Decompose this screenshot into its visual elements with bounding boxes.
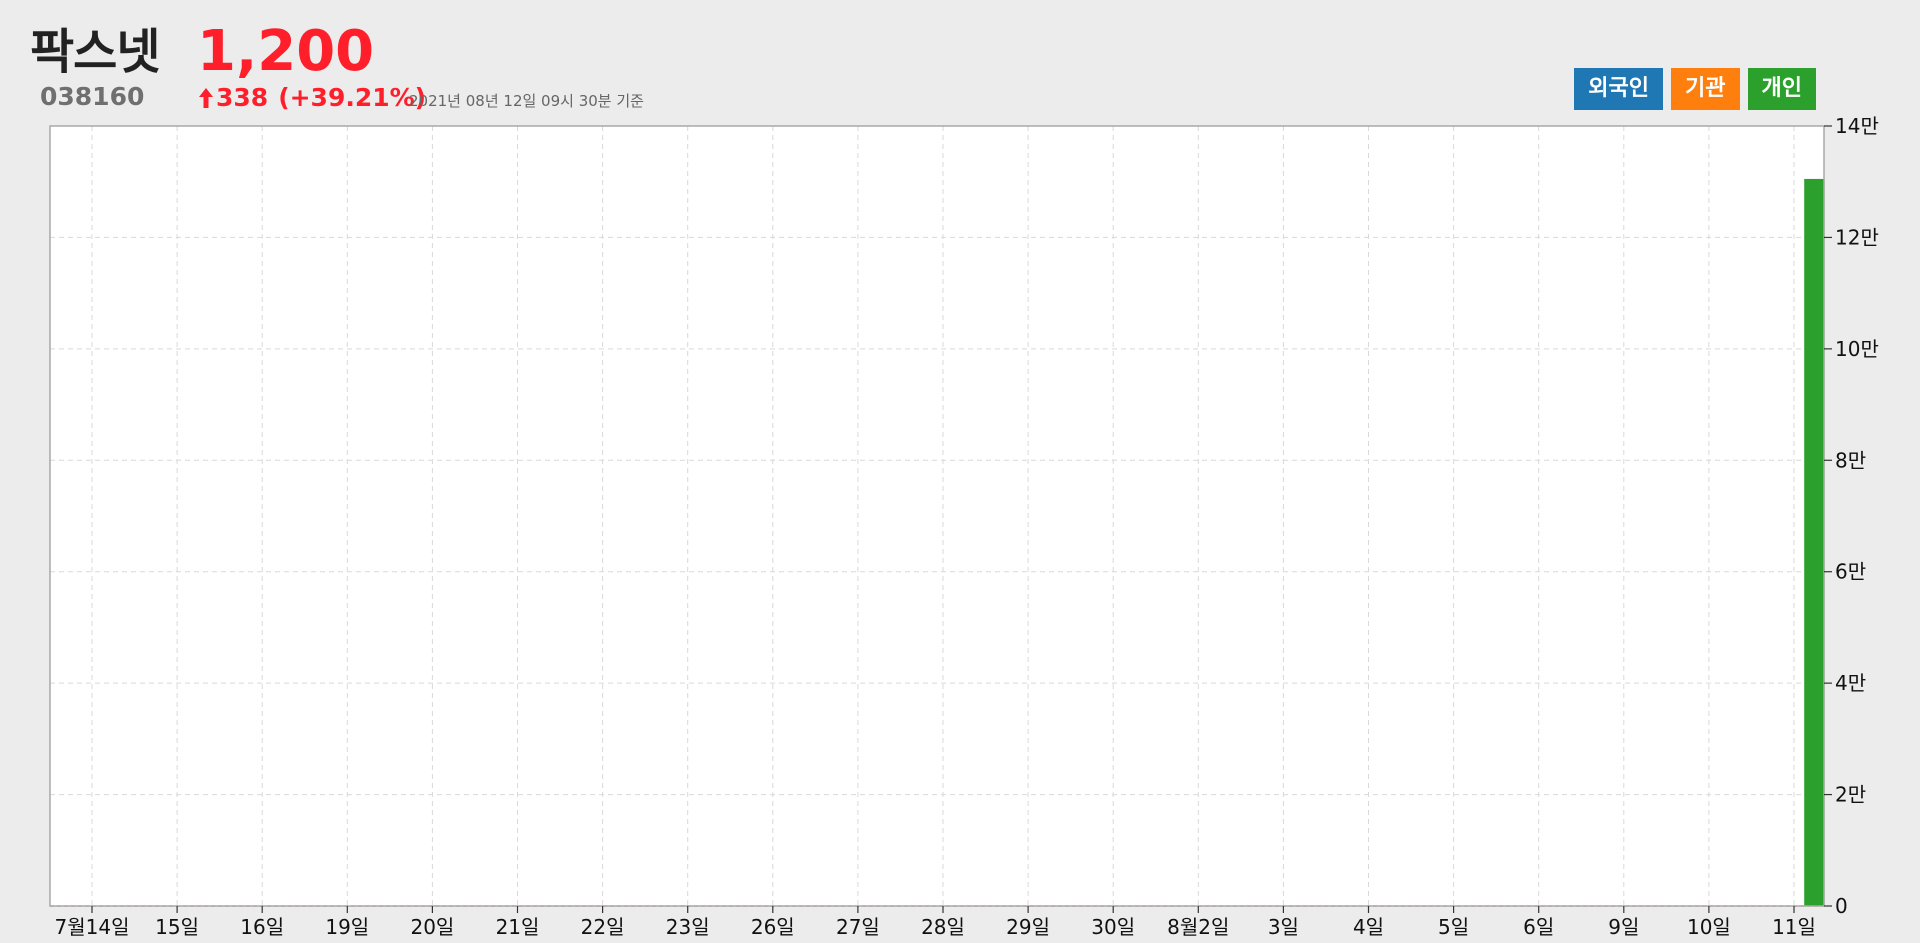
- x-tick-label: 4일: [1353, 915, 1384, 939]
- x-tick-label: 22일: [581, 915, 625, 939]
- x-tick-label: 9일: [1608, 915, 1639, 939]
- x-tick-label: 29일: [1006, 915, 1050, 939]
- x-tick-label: 23일: [666, 915, 710, 939]
- bar-chart: 0 2만 4만 6만 8만 10만 12만 14만 7월14일 15일 16일 19일 20일 21일 22…: [49, 114, 1879, 939]
- x-tick-label: 8월2일: [1167, 915, 1229, 939]
- x-tick-label: 27일: [836, 915, 880, 939]
- y-tick-label: 10만: [1835, 337, 1879, 361]
- x-tick-label: 5일: [1438, 915, 1469, 939]
- plot-area: [50, 126, 1824, 906]
- y-tick-label: 4만: [1835, 671, 1866, 695]
- x-tick-label: 7월14일: [55, 915, 130, 939]
- x-tick-label: 26일: [751, 915, 795, 939]
- y-tick-label: 6만: [1835, 560, 1866, 584]
- x-tick-label: 3일: [1268, 915, 1299, 939]
- x-tick-label: 10일: [1687, 915, 1731, 939]
- y-tick-label: 0: [1835, 894, 1848, 918]
- x-tick-label: 28일: [921, 915, 965, 939]
- x-tick-label: 20일: [410, 915, 454, 939]
- y-tick-label: 2만: [1835, 783, 1866, 807]
- y-tick-label: 12만: [1835, 225, 1879, 249]
- y-tick-label: 8만: [1835, 448, 1866, 472]
- x-tick-label: 19일: [325, 915, 369, 939]
- x-tick-label: 16일: [240, 915, 284, 939]
- x-tick-label: 6일: [1523, 915, 1554, 939]
- y-tick-label: 14만: [1835, 114, 1879, 138]
- bar-individual: [1804, 178, 1825, 906]
- x-tick-label: 15일: [155, 915, 199, 939]
- x-tick-label: 30일: [1091, 915, 1135, 939]
- x-tick-label: 11일: [1772, 915, 1816, 939]
- x-tick-label: 21일: [496, 915, 540, 939]
